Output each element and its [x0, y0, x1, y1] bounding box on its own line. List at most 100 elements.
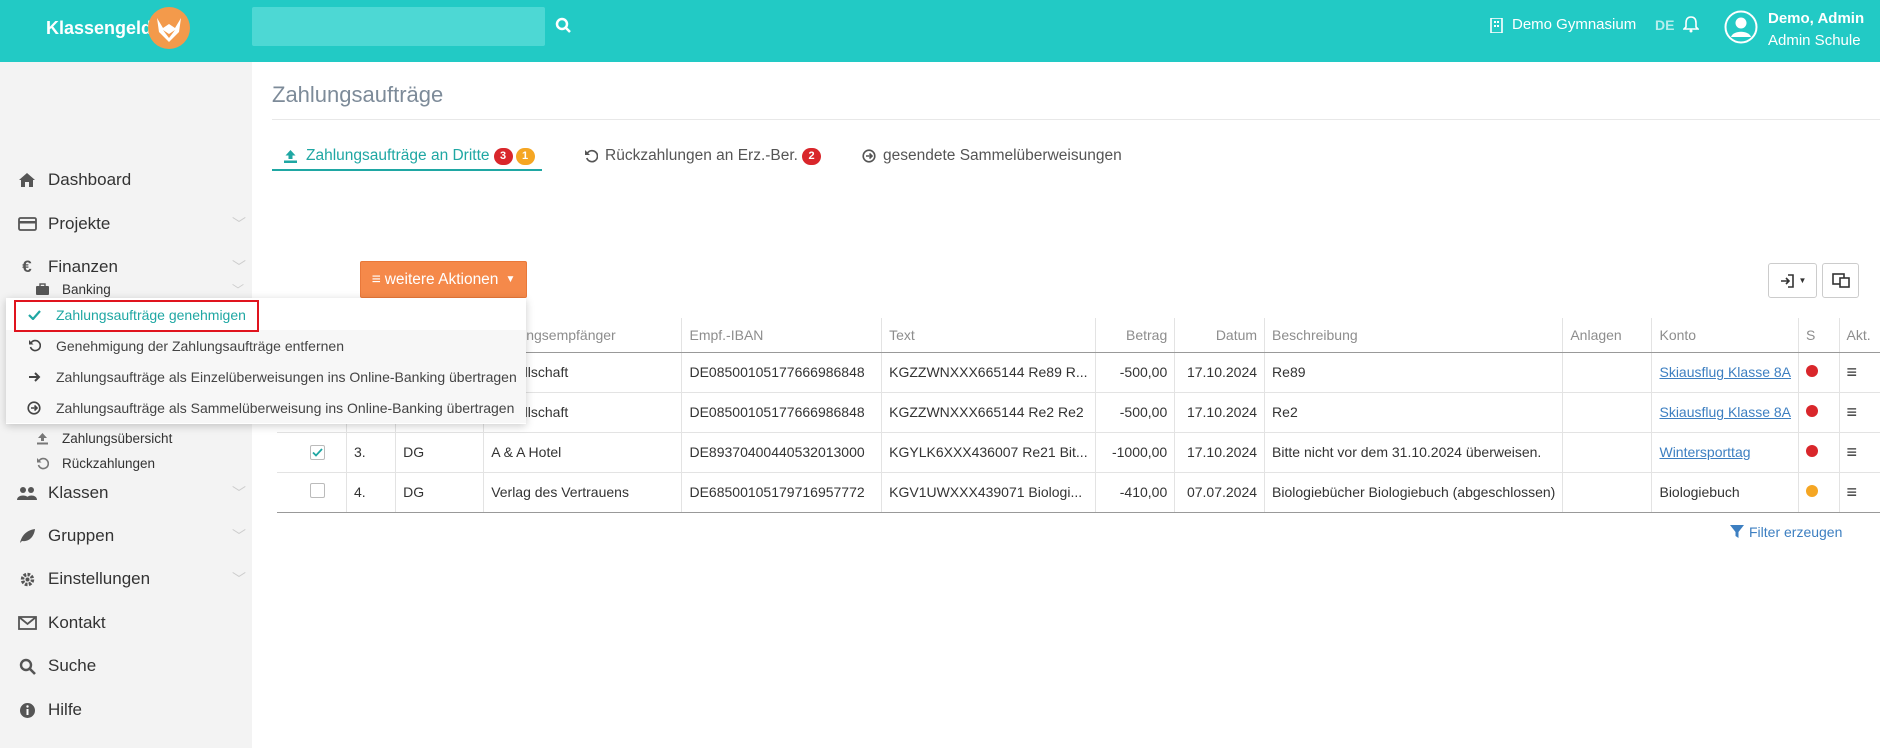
tab-label: Zahlungsaufträge an Dritte: [306, 147, 490, 164]
menu-item-transfer-single[interactable]: Zahlungsaufträge als Einzelüberweisungen…: [6, 361, 526, 392]
chevron-down-icon: ﹀: [232, 571, 246, 587]
col-datum[interactable]: Datum: [1174, 318, 1265, 353]
status-dot: [1806, 365, 1819, 377]
building-icon: [1490, 18, 1503, 33]
chevron-down-icon: ﹀: [232, 259, 246, 275]
row-checkbox[interactable]: [310, 483, 325, 498]
hamburger-menu-icon[interactable]: ≡: [1847, 402, 1858, 422]
col-betrag[interactable]: Betrag: [1094, 318, 1175, 353]
chevron-down-icon: ﹀: [232, 485, 246, 501]
sidebar-item-projekte[interactable]: Projekte ﹀: [0, 206, 252, 242]
account-link[interactable]: Skiausflug Klasse 8A: [1659, 404, 1791, 420]
row-checkbox[interactable]: [310, 445, 325, 460]
table-row[interactable]: 4. DG Verlag des Vertrauens DE6850010517…: [277, 472, 1880, 513]
tab-rueckzahlungen[interactable]: Rückzahlungen an Erz.-Ber. 2: [584, 140, 821, 172]
users-icon: [17, 483, 37, 503]
caret-down-icon: ▼: [1798, 276, 1807, 285]
sidebar-item-klassen[interactable]: Klassen ﹀: [0, 475, 252, 511]
credit-card-icon: [17, 214, 37, 234]
sidebar-item-kontakt[interactable]: Kontakt: [0, 605, 252, 641]
arrow-circle-icon: [862, 149, 876, 163]
more-actions-button[interactable]: ≡ weitere Aktionen ▼: [360, 261, 527, 298]
check-icon: [26, 307, 42, 323]
home-icon: [17, 170, 37, 190]
info-icon: [17, 700, 37, 720]
col-status[interactable]: S: [1798, 318, 1839, 353]
col-beschreibung[interactable]: Beschreibung: [1264, 318, 1563, 353]
sidebar-item-dashboard[interactable]: Dashboard: [0, 162, 252, 198]
check-icon: [312, 448, 323, 457]
page-title: Zahlungsaufträge: [272, 82, 444, 107]
search-icon: [17, 656, 37, 676]
upload-icon: [284, 149, 297, 163]
actions-dropdown-menu: Zahlungsaufträge genehmigen Genehmigung …: [6, 298, 526, 424]
sidebar-item-einstellungen[interactable]: Einstellungen ﹀: [0, 561, 252, 597]
search-input[interactable]: [252, 7, 545, 46]
tab-gesendete-sammelueberweisungen[interactable]: gesendete Sammelüberweisungen: [862, 140, 1122, 172]
sidebar-item-gruppen[interactable]: Gruppen ﹀: [0, 518, 252, 554]
leaf-icon: [17, 526, 37, 546]
hamburger-menu-icon[interactable]: ≡: [1847, 442, 1858, 462]
col-iban[interactable]: Empf.-IBAN: [681, 318, 882, 353]
tab-label: Rückzahlungen an Erz.-Ber.: [605, 147, 798, 164]
status-dot: [1806, 485, 1819, 497]
active-tab-indicator: [272, 169, 542, 171]
fox-logo-icon[interactable]: [143, 4, 195, 50]
sidebar-item-hilfe[interactable]: Hilfe: [0, 692, 252, 728]
menu-item-approve[interactable]: Zahlungsaufträge genehmigen: [6, 299, 526, 330]
tab-zahlungsauftraege-an-dritte[interactable]: Zahlungsaufträge an Dritte 3 1: [283, 140, 535, 172]
user-school: Admin Schule: [1768, 32, 1861, 49]
account-link[interactable]: Skiausflug Klasse 8A: [1659, 364, 1791, 380]
col-text[interactable]: Text: [881, 318, 1096, 353]
search-icon[interactable]: [552, 14, 576, 38]
count-badge: 3: [493, 147, 513, 165]
user-name[interactable]: Demo, Admin: [1768, 10, 1864, 27]
sidebar-subitem-rueckzahlungen[interactable]: Rückzahlungen: [0, 451, 252, 475]
count-badge: 2: [802, 147, 821, 165]
school-name: Demo Gymnasium: [1512, 16, 1637, 33]
briefcase-icon: [34, 281, 50, 297]
hamburger-menu-icon[interactable]: ≡: [1847, 482, 1858, 502]
chevron-down-icon: ﹀: [232, 216, 246, 232]
language-switch[interactable]: DE: [1655, 17, 1674, 33]
count-badge: 1: [515, 147, 535, 165]
export-button[interactable]: ▼: [1768, 263, 1817, 298]
euro-icon: €: [22, 257, 32, 276]
school-selector[interactable]: Demo Gymnasium: [1490, 16, 1636, 33]
menu-item-transfer-collective[interactable]: Zahlungsaufträge als Sammelüberweisung i…: [6, 392, 526, 423]
upload-icon: [34, 430, 50, 446]
divider: [272, 119, 1880, 120]
account-link[interactable]: Wintersporttag: [1659, 444, 1750, 460]
arrow-circle-icon: [26, 400, 42, 416]
account-name: Biologiebuch: [1659, 484, 1740, 500]
columns-icon: [1831, 273, 1850, 288]
col-aktionen: Akt.: [1838, 318, 1880, 353]
create-filter-link[interactable]: Filter erzeugen: [1730, 524, 1842, 540]
caret-down-icon: ▼: [505, 274, 516, 285]
sidebar-subitem-zahlungsuebersicht[interactable]: Zahlungsübersicht: [0, 426, 252, 450]
gear-icon: [17, 569, 37, 589]
bell-icon[interactable]: [1683, 15, 1699, 33]
undo-icon: [585, 149, 598, 163]
tab-label: gesendete Sammelüberweisungen: [883, 147, 1122, 164]
sign-in-icon: [1780, 273, 1794, 288]
user-avatar-icon[interactable]: [1724, 10, 1758, 44]
filter-icon: [1730, 525, 1744, 538]
chevron-down-icon: ﹀: [232, 282, 245, 297]
logo-text[interactable]: Klassengeld: [46, 18, 152, 39]
table-row[interactable]: 3. DG A & A Hotel DE89370400440532013000…: [277, 432, 1880, 473]
status-dot: [1806, 405, 1819, 417]
top-bar: Klassengeld Demo Gymnasium DE Demo, Admi…: [0, 0, 1880, 62]
menu-item-remove-approval[interactable]: Genehmigung der Zahlungsaufträge entfern…: [6, 330, 526, 361]
undo-icon: [26, 338, 42, 354]
hamburger-menu-icon[interactable]: ≡: [1847, 362, 1858, 382]
sidebar-item-suche[interactable]: Suche: [0, 648, 252, 684]
list-icon: ≡: [371, 270, 381, 288]
chevron-down-icon: ﹀: [232, 528, 246, 544]
status-dot: [1806, 445, 1819, 457]
envelope-icon: [17, 613, 37, 633]
column-toggle-button[interactable]: [1822, 263, 1859, 298]
col-konto[interactable]: Konto: [1651, 318, 1799, 353]
col-anlagen[interactable]: Anlagen: [1562, 318, 1652, 353]
arrow-right-icon: [26, 369, 42, 385]
